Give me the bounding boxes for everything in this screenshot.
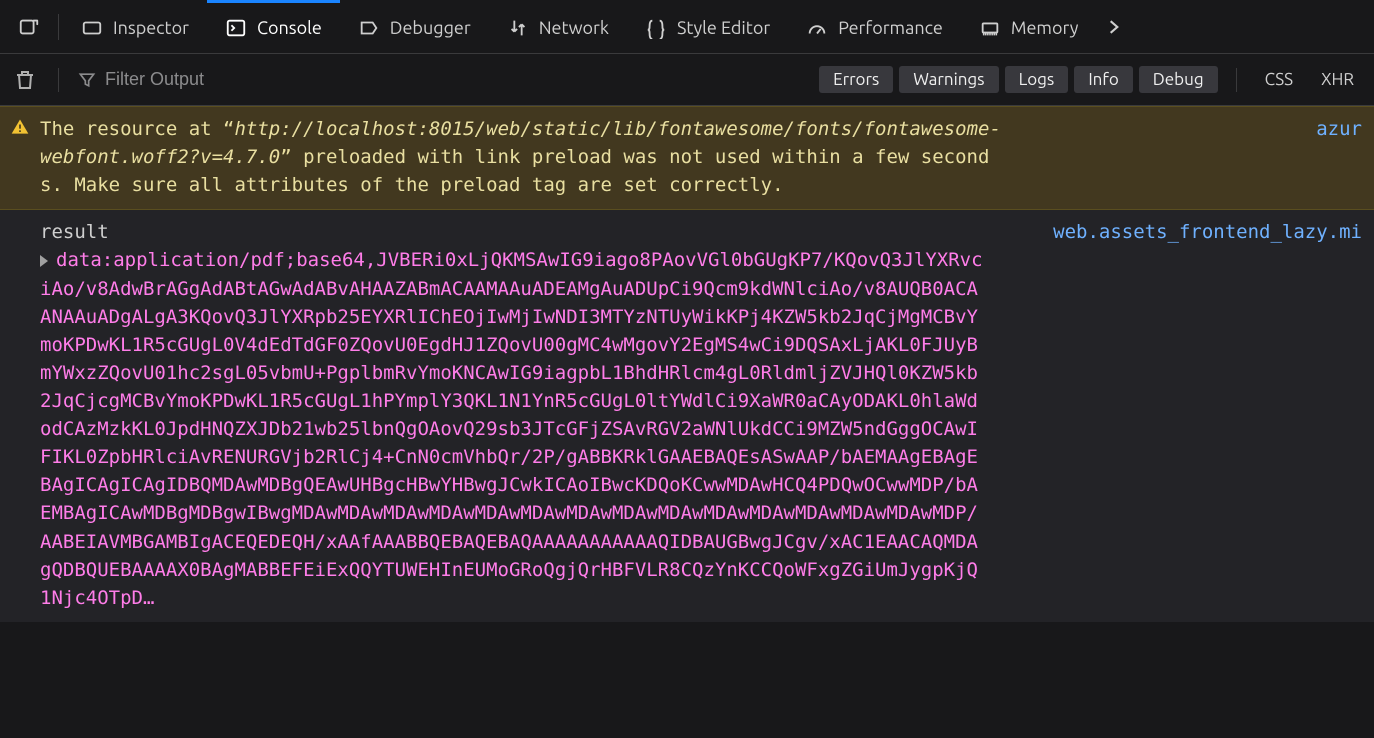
tab-memory[interactable]: Memory <box>961 0 1097 53</box>
toggle-errors[interactable]: Errors <box>819 66 893 93</box>
tab-label: Memory <box>1011 18 1079 38</box>
toggle-logs[interactable]: Logs <box>1005 66 1069 93</box>
log-label: result <box>40 218 984 246</box>
tab-label: Console <box>257 18 322 38</box>
memory-icon <box>979 17 1001 39</box>
console-icon <box>225 17 247 39</box>
tab-label: Performance <box>838 18 943 38</box>
dock-toggle-button[interactable] <box>4 0 54 53</box>
style-editor-icon <box>645 17 667 39</box>
filter-wrap <box>77 69 325 90</box>
divider <box>58 68 59 92</box>
console-warning-row: The resource at “http://localhost:8015/w… <box>0 106 1374 210</box>
divider <box>1236 68 1237 92</box>
clear-console-button[interactable] <box>10 65 40 95</box>
expand-caret-icon[interactable] <box>40 255 48 267</box>
category-toggles: Errors Warnings Logs Info Debug <box>819 66 1218 93</box>
dock-icon <box>18 16 40 38</box>
tab-style-editor[interactable]: Style Editor <box>627 0 788 53</box>
log-body: result data:application/pdf;base64,JVBER… <box>40 218 1004 612</box>
tab-inspector[interactable]: Inspector <box>63 0 207 53</box>
inspector-icon <box>81 17 103 39</box>
warning-icon <box>0 115 40 137</box>
tab-label: Debugger <box>390 18 471 38</box>
toggle-css[interactable]: CSS <box>1255 66 1303 93</box>
toggle-xhr[interactable]: XHR <box>1311 66 1364 93</box>
tab-label: Style Editor <box>677 18 770 38</box>
warning-text: The resource at “http://localhost:8015/w… <box>40 115 1004 199</box>
console-output: The resource at “http://localhost:8015/w… <box>0 106 1374 738</box>
log-data-string[interactable]: data:application/pdf;base64,JVBERi0xLjQK… <box>40 249 983 608</box>
console-filterbar: Errors Warnings Logs Info Debug CSS XHR <box>0 54 1374 106</box>
toggle-info[interactable]: Info <box>1074 66 1132 93</box>
network-icon <box>507 17 529 39</box>
filter-input[interactable] <box>105 69 325 90</box>
filter-icon <box>77 70 97 90</box>
warning-source-link[interactable]: azur <box>1004 115 1364 143</box>
tabs-overflow-button[interactable] <box>1096 0 1132 53</box>
tab-performance[interactable]: Performance <box>788 0 961 53</box>
tab-console[interactable]: Console <box>207 0 340 53</box>
devtools-toolbar: Inspector Console Debugger Network <box>0 0 1374 54</box>
toggle-warnings[interactable]: Warnings <box>899 66 998 93</box>
toolbar-divider <box>58 14 59 40</box>
tab-label: Network <box>539 18 609 38</box>
tab-network[interactable]: Network <box>489 0 627 53</box>
warn-pre: The resource at “ <box>40 118 234 140</box>
console-log-row: result data:application/pdf;base64,JVBER… <box>0 210 1374 622</box>
log-source-link[interactable]: web.assets_frontend_lazy.mi <box>1004 218 1364 246</box>
tab-label: Inspector <box>113 18 189 38</box>
toggle-debug[interactable]: Debug <box>1139 66 1218 93</box>
debugger-icon <box>358 17 380 39</box>
performance-icon <box>806 17 828 39</box>
tab-debugger[interactable]: Debugger <box>340 0 489 53</box>
